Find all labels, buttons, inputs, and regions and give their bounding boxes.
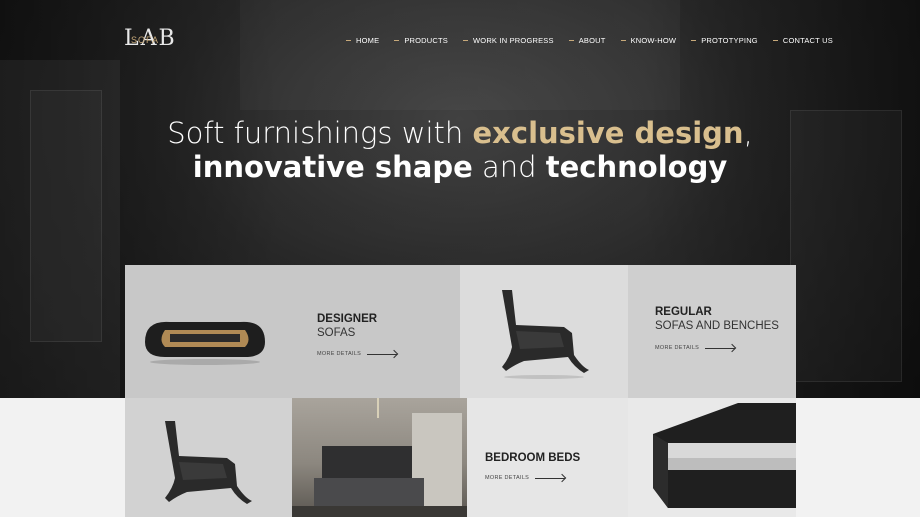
rocking-chair-image: [165, 421, 252, 504]
chandelier-icon: [377, 398, 379, 418]
floor-image: [292, 506, 467, 517]
more-details-label: MORE DETAILS: [317, 351, 362, 357]
more-details-link[interactable]: MORE DETAILS: [655, 345, 736, 351]
nav-item-prototyping[interactable]: PROTOTYPING: [691, 36, 758, 45]
nav-item-products[interactable]: PRODUCTS: [394, 36, 448, 45]
category-title-light: SOFAS: [317, 327, 356, 339]
nav-label: PROTOTYPING: [701, 36, 758, 45]
headline-line-1: Soft furnishings with exclusive design,: [0, 116, 920, 150]
nav-item-know-how[interactable]: KNOW-HOW: [620, 36, 677, 45]
headline-text: ,: [743, 116, 753, 150]
logo[interactable]: LAB SOFA: [124, 27, 176, 53]
category-tile-bedroom-beds[interactable]: BEDROOM BEDS MORE DETAILS: [467, 398, 628, 517]
category-title: DESIGNER SOFAS: [317, 312, 377, 340]
rocking-chair-image: [502, 290, 589, 379]
dash-icon: [394, 40, 400, 41]
nav-item-home[interactable]: HOME: [346, 36, 379, 45]
category-title: BEDROOM BEDS: [485, 451, 580, 465]
nav-label: CONTACT US: [782, 36, 833, 45]
bedroom-photo-tile[interactable]: [292, 398, 467, 517]
category-title-strong: BEDROOM BEDS: [485, 452, 581, 464]
headline-highlight: exclusive design: [472, 116, 744, 150]
headline-line-2: innovative shape and technology: [0, 150, 920, 184]
more-details-link[interactable]: MORE DETAILS: [317, 351, 398, 357]
main-nav: HOME PRODUCTS WORK IN PROGRESS ABOUT KNO…: [346, 36, 833, 45]
product-tile-bed[interactable]: [628, 398, 796, 517]
nav-label: ABOUT: [578, 36, 606, 45]
nav-label: KNOW-HOW: [630, 36, 677, 45]
logo-subtext: SOFA: [131, 35, 160, 45]
designer-sofa-image: [145, 321, 265, 365]
nav-label: PRODUCTS: [404, 36, 448, 45]
arrow-right-icon: [367, 353, 398, 355]
nav-item-about[interactable]: ABOUT: [568, 36, 606, 45]
bed-image: [653, 403, 796, 508]
category-title-strong: REGULAR: [655, 306, 712, 318]
more-details-label: MORE DETAILS: [485, 475, 530, 481]
headline-bold: innovative shape: [192, 150, 473, 184]
arrow-right-icon: [705, 347, 736, 349]
category-tile-regular-sofas[interactable]: REGULAR SOFAS AND BENCHES MORE DETAILS: [628, 265, 796, 398]
dash-icon: [463, 40, 468, 41]
category-title: REGULAR SOFAS AND BENCHES: [655, 305, 779, 333]
category-title-strong: DESIGNER: [317, 313, 378, 325]
dash-icon: [568, 40, 574, 41]
dash-icon: [772, 40, 778, 41]
headline-bold: technology: [545, 150, 728, 184]
dash-icon: [620, 40, 626, 41]
nav-label: WORK IN PROGRESS: [473, 36, 554, 45]
arrow-right-icon: [535, 477, 566, 479]
category-title-light: SOFAS AND BENCHES: [655, 320, 779, 332]
product-tile-rocking-chair[interactable]: [460, 265, 628, 398]
dash-icon: [346, 40, 351, 41]
product-tile-rocking-chair-2[interactable]: [125, 398, 292, 517]
nav-item-contact-us[interactable]: CONTACT US: [772, 36, 833, 45]
dash-icon: [691, 40, 697, 41]
headline-text: Soft furnishings with: [167, 116, 473, 150]
bed-image: [314, 478, 424, 506]
category-tile-designer-sofas[interactable]: DESIGNER SOFAS MORE DETAILS: [125, 265, 460, 398]
nav-label: HOME: [356, 36, 380, 45]
hero-headline: Soft furnishings with exclusive design, …: [0, 116, 920, 184]
nav-item-work-in-progress[interactable]: WORK IN PROGRESS: [463, 36, 554, 45]
more-details-link[interactable]: MORE DETAILS: [485, 475, 566, 481]
hero-bg-ceiling: [240, 0, 680, 110]
headline-text: and: [472, 150, 546, 184]
more-details-label: MORE DETAILS: [655, 345, 700, 351]
